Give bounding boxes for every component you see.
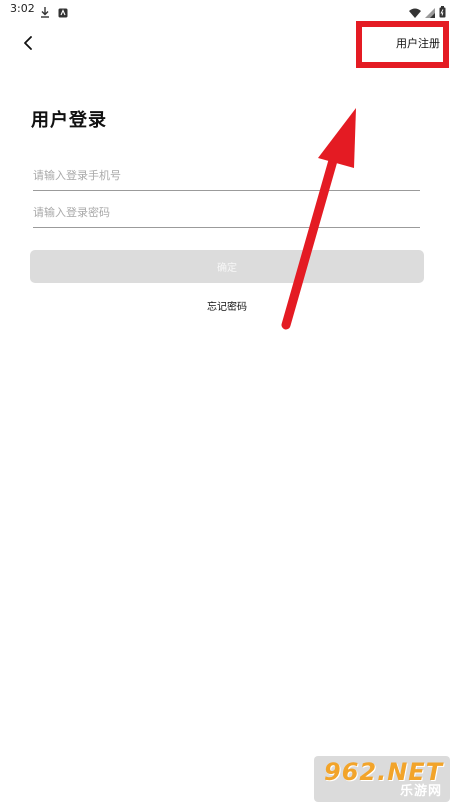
page-title: 用户登录 — [31, 110, 107, 131]
confirm-button[interactable]: 确定 — [30, 250, 424, 283]
status-time: 3:02 — [10, 2, 35, 15]
watermark-logo: 962.NET 乐游网 — [314, 756, 450, 802]
wifi-icon — [409, 3, 421, 22]
register-link[interactable]: 用户注册 — [394, 33, 442, 53]
signal-icon — [425, 3, 435, 22]
status-bar: 3:02 — [0, 0, 454, 20]
download-icon — [40, 3, 50, 22]
forgot-password-link[interactable]: 忘记密码 — [0, 298, 454, 313]
app-notification-icon — [58, 3, 68, 22]
status-right-icons — [409, 3, 446, 22]
status-left-icons — [40, 3, 68, 22]
battery-icon — [439, 3, 446, 22]
back-button[interactable] — [14, 30, 42, 58]
watermark-sub: 乐游网 — [399, 784, 442, 799]
forgot-password-label: 忘记密码 — [207, 302, 247, 313]
phone-input[interactable] — [33, 164, 420, 191]
password-input[interactable] — [33, 201, 420, 228]
chevron-left-icon — [22, 35, 34, 54]
